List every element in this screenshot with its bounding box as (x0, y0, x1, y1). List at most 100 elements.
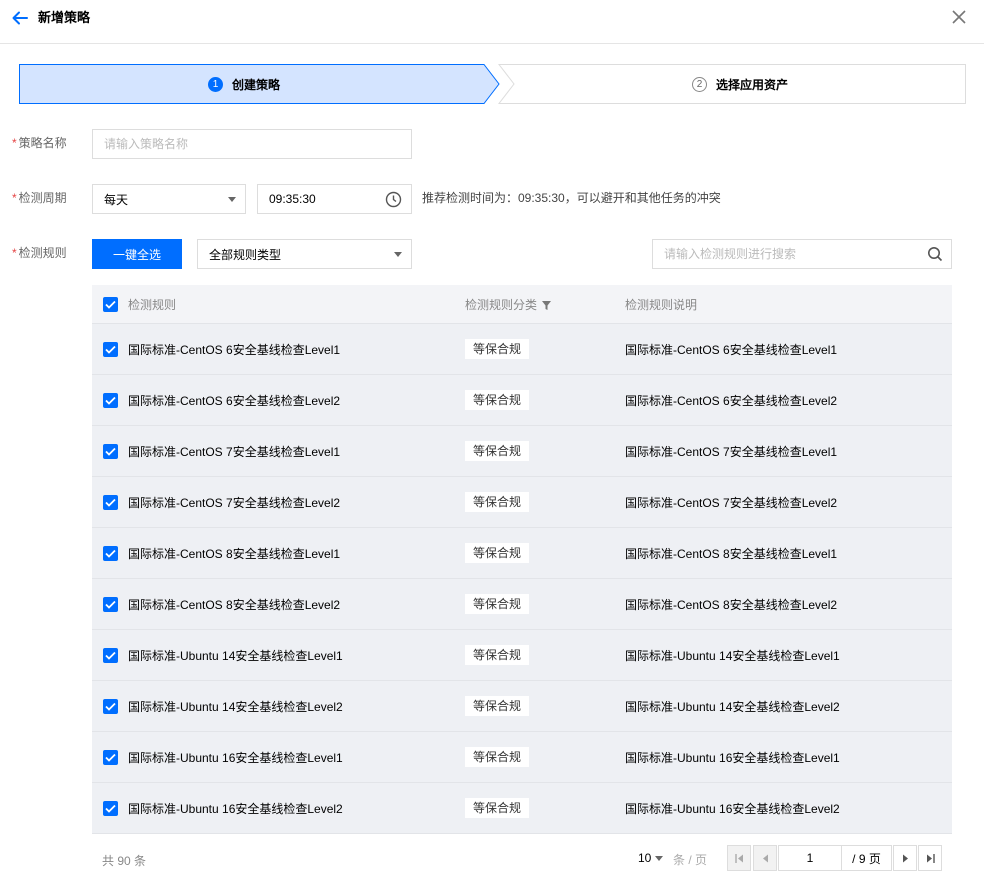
table-row[interactable]: 国际标准-CentOS 8安全基线检查Level1 等保合规 国际标准-CentOS… (92, 528, 952, 579)
rule-type-select[interactable]: 全部规则类型 (197, 239, 412, 269)
policy-name-label: * 策略名称 (12, 136, 67, 150)
row-checkbox[interactable] (103, 393, 118, 408)
category-tag: 等保合规 (465, 747, 530, 767)
category-tag: 等保合规 (465, 696, 530, 716)
step-select-assets[interactable]: 2 选择应用资产 (692, 64, 788, 104)
category-tag: 等保合规 (465, 798, 530, 818)
close-icon[interactable] (952, 10, 966, 24)
select-all-checkbox[interactable] (103, 297, 118, 312)
per-page-label: 条 / 页 (673, 853, 708, 867)
policy-name-input[interactable] (92, 129, 412, 159)
step-indicator: 1 创建策略 2 选择应用资产 (19, 64, 966, 104)
check-icon (105, 498, 116, 507)
rule-description: 国际标准-CentOS 8安全基线检查Level1 (625, 547, 838, 561)
rule-name: 国际标准-Ubuntu 14安全基线检查Level2 (128, 700, 343, 714)
row-checkbox[interactable] (103, 546, 118, 561)
table-row[interactable]: 国际标准-CentOS 7安全基线检查Level1 等保合规 国际标准-CentOS… (92, 426, 952, 477)
check-icon (105, 345, 116, 354)
rule-name: 国际标准-CentOS 7安全基线检查Level2 (128, 496, 341, 510)
category-tag: 等保合规 (465, 594, 530, 614)
row-checkbox[interactable] (103, 648, 118, 663)
check-icon (105, 300, 116, 309)
check-icon (105, 447, 116, 456)
page-total: / 9 页 (842, 845, 892, 871)
step-number: 1 (208, 76, 223, 92)
rules-table: 检测规则 检测规则分类 检测规则说明 国际标准-CentOS 6安全基线检查Le… (92, 285, 952, 834)
detection-rules-label: * 检测规则 (12, 246, 67, 260)
row-checkbox[interactable] (103, 699, 118, 714)
header-rule: 检测规则 (128, 298, 177, 312)
rule-name: 国际标准-CentOS 8安全基线检查Level1 (128, 547, 341, 561)
table-row[interactable]: 国际标准-CentOS 8安全基线检查Level2 等保合规 国际标准-CentOS… (92, 579, 952, 630)
header-description: 检测规则说明 (625, 298, 698, 312)
time-picker[interactable]: 09:35:30 (257, 184, 412, 214)
next-page-button[interactable] (893, 845, 917, 871)
table-row[interactable]: 国际标准-Ubuntu 16安全基线检查Level2 等保合规 国际标准-Ubunt… (92, 783, 952, 834)
category-tag: 等保合规 (465, 390, 530, 410)
clock-icon (385, 191, 402, 208)
search-icon[interactable] (927, 246, 943, 262)
rule-search-input[interactable] (652, 239, 952, 269)
category-tag: 等保合规 (465, 441, 530, 461)
row-checkbox[interactable] (103, 444, 118, 459)
filter-icon[interactable] (542, 301, 552, 310)
table-row[interactable]: 国际标准-CentOS 6安全基线检查Level2 等保合规 国际标准-CentOS… (92, 375, 952, 426)
rule-name: 国际标准-Ubuntu 14安全基线检查Level1 (128, 649, 343, 663)
table-row[interactable]: 国际标准-CentOS 7安全基线检查Level2 等保合规 国际标准-CentOS… (92, 477, 952, 528)
check-icon (105, 600, 116, 609)
step-number: 2 (692, 76, 707, 92)
table-row[interactable]: 国际标准-Ubuntu 14安全基线检查Level2 等保合规 国际标准-Ubunt… (92, 681, 952, 732)
chevron-down-icon (655, 856, 664, 861)
table-header: 检测规则 检测规则分类 检测规则说明 (92, 285, 952, 324)
select-all-button[interactable]: 一键全选 (92, 239, 182, 269)
frequency-value: 每天 (104, 192, 129, 207)
arrow-left-icon[interactable] (11, 9, 29, 27)
page-title: 新增策略 (38, 10, 91, 25)
table-row[interactable]: 国际标准-Ubuntu 16安全基线检查Level1 等保合规 国际标准-Ubunt… (92, 732, 952, 783)
row-checkbox[interactable] (103, 597, 118, 612)
rule-description: 国际标准-Ubuntu 14安全基线检查Level1 (625, 649, 840, 663)
modal-header: 新增策略 (0, 0, 984, 44)
rule-name: 国际标准-CentOS 8安全基线检查Level2 (128, 598, 341, 612)
rule-name: 国际标准-CentOS 6安全基线检查Level2 (128, 394, 341, 408)
rule-name: 国际标准-Ubuntu 16安全基线检查Level2 (128, 802, 343, 816)
prev-page-button[interactable] (753, 845, 777, 871)
last-page-button[interactable] (918, 845, 942, 871)
category-tag: 等保合规 (465, 645, 530, 665)
frequency-select[interactable]: 每天 (92, 184, 246, 214)
check-icon (105, 804, 116, 813)
step-create-policy[interactable]: 1 创建策略 (208, 64, 280, 104)
page-number-input[interactable] (778, 845, 842, 871)
time-value: 09:35:30 (269, 192, 316, 206)
check-icon (105, 549, 116, 558)
check-icon (105, 651, 116, 660)
last-page-icon (926, 853, 935, 863)
row-checkbox[interactable] (103, 495, 118, 510)
rule-description: 国际标准-CentOS 7安全基线检查Level2 (625, 496, 838, 510)
first-page-icon (734, 853, 743, 863)
page-size-select[interactable]: 10 (638, 851, 664, 865)
table-row[interactable]: 国际标准-Ubuntu 14安全基线检查Level1 等保合规 国际标准-Ubunt… (92, 630, 952, 681)
header-category[interactable]: 检测规则分类 (465, 298, 552, 312)
row-checkbox[interactable] (103, 801, 118, 816)
rule-type-value: 全部规则类型 (209, 247, 282, 262)
row-checkbox[interactable] (103, 750, 118, 765)
rule-description: 国际标准-Ubuntu 16安全基线检查Level2 (625, 802, 840, 816)
rule-search (652, 239, 952, 269)
rule-description: 国际标准-Ubuntu 14安全基线检查Level2 (625, 700, 840, 714)
table-row[interactable]: 国际标准-CentOS 6安全基线检查Level1 等保合规 国际标准-CentOS… (92, 324, 952, 375)
chevron-right-icon (902, 854, 908, 862)
check-icon (105, 396, 116, 405)
chevron-down-icon (394, 252, 402, 257)
table-body: 国际标准-CentOS 6安全基线检查Level1 等保合规 国际标准-CentOS… (92, 324, 952, 834)
check-icon (105, 753, 116, 762)
row-checkbox[interactable] (103, 342, 118, 357)
detection-period-label: * 检测周期 (12, 191, 67, 205)
first-page-button[interactable] (727, 845, 751, 871)
step-label: 创建策略 (232, 77, 281, 92)
total-count: 共 90 条 (102, 854, 147, 868)
rule-description: 国际标准-CentOS 7安全基线检查Level1 (625, 445, 838, 459)
rule-name: 国际标准-Ubuntu 16安全基线检查Level1 (128, 751, 343, 765)
chevron-down-icon (228, 197, 236, 202)
step-background (19, 64, 966, 104)
